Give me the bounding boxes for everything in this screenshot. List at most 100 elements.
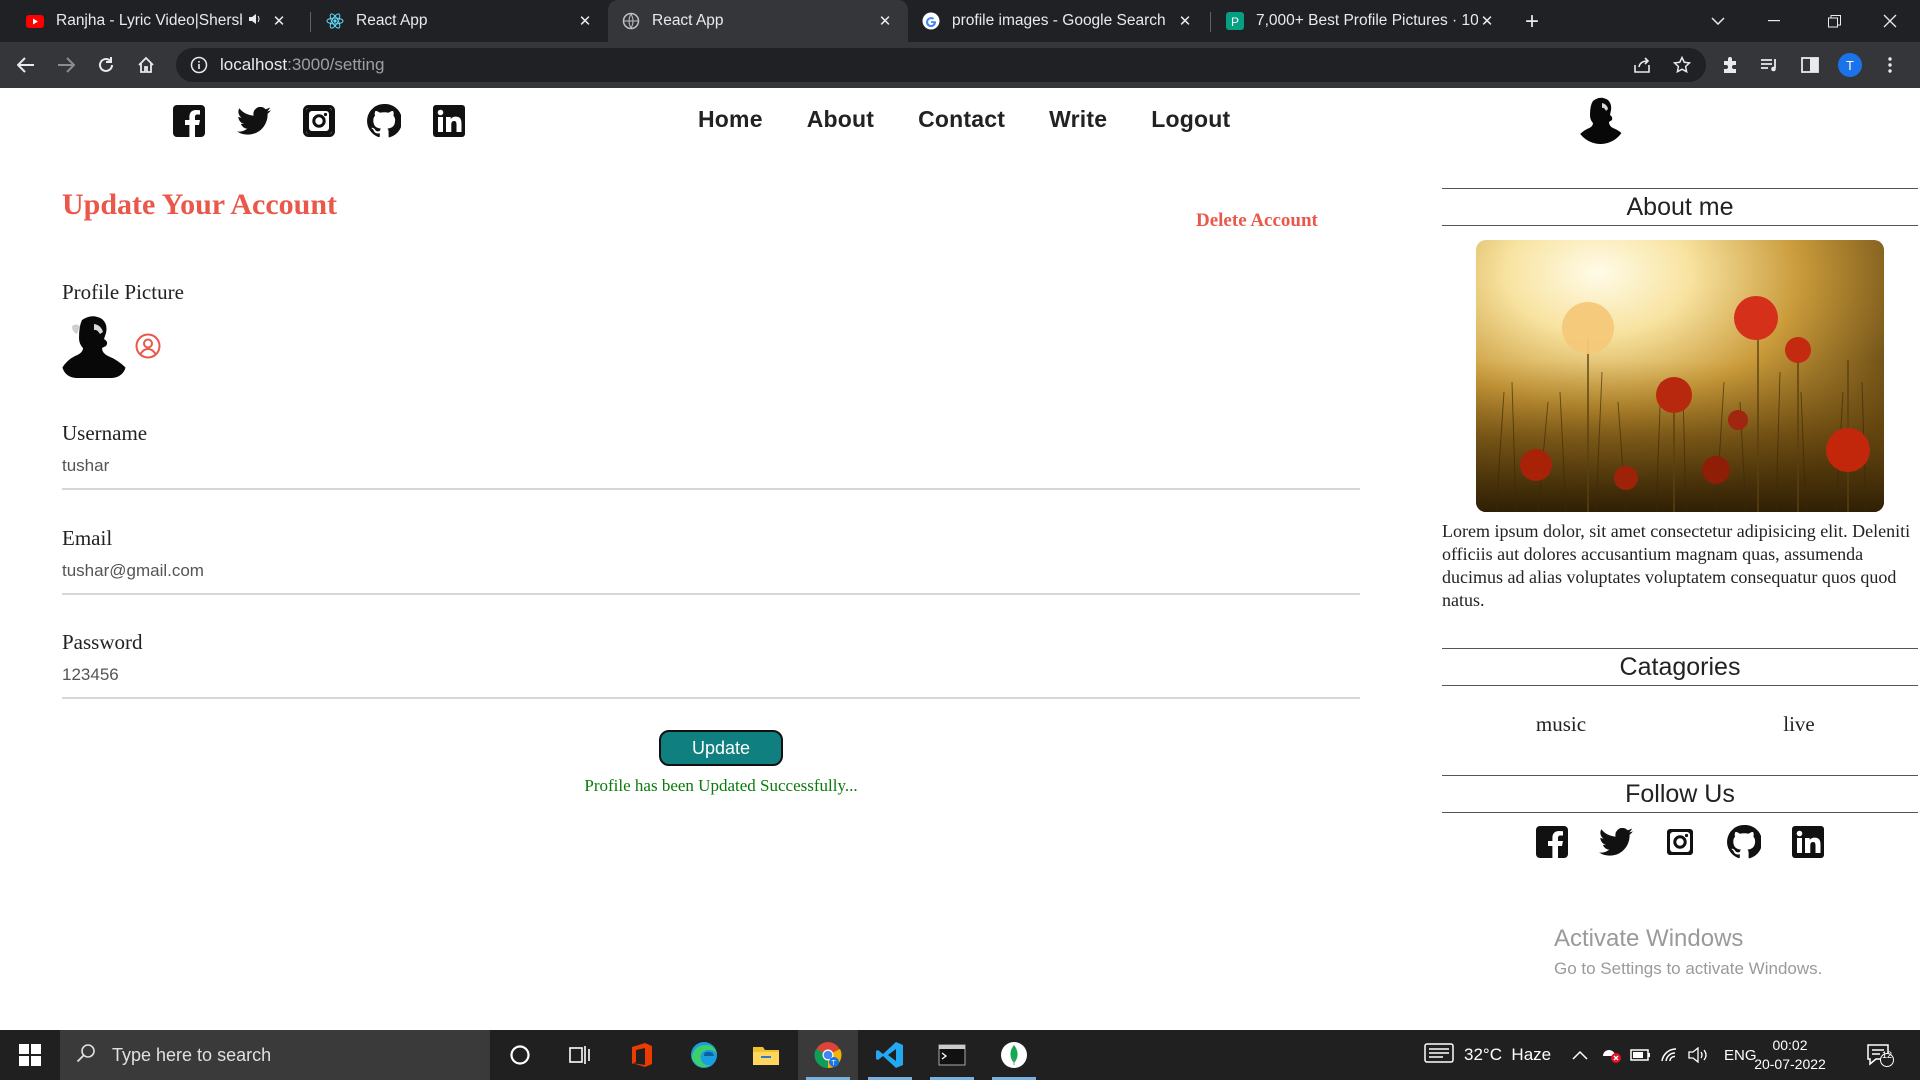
- header-social-icons: [172, 104, 466, 138]
- tab-react-app-active[interactable]: React App ✕: [608, 0, 908, 42]
- react-icon: [326, 12, 344, 30]
- svg-text:P: P: [1231, 15, 1239, 29]
- nav-logout[interactable]: Logout: [1151, 106, 1230, 133]
- tab-youtube[interactable]: Ranjha - Lyric Video|Shershaah ✕: [12, 0, 302, 42]
- weather-icon: [1424, 1042, 1454, 1068]
- notification-center-icon[interactable]: 12: [1866, 1030, 1894, 1080]
- notification-count: 12: [1881, 1050, 1892, 1060]
- about-me-image: [1476, 240, 1884, 512]
- chrome-icon[interactable]: T: [798, 1030, 858, 1080]
- category-music[interactable]: music: [1442, 712, 1680, 737]
- nav-about[interactable]: About: [807, 106, 874, 133]
- about-me-text: Lorem ipsum dolor, sit amet consectetur …: [1442, 521, 1911, 610]
- password-input[interactable]: 123456: [62, 665, 1360, 699]
- settings-panel: Update Your Account Delete Account: [62, 188, 1360, 231]
- profile-picture-label: Profile Picture: [62, 280, 184, 304]
- home-button[interactable]: [130, 49, 162, 81]
- minimize-button[interactable]: [1746, 0, 1802, 42]
- username-input[interactable]: tushar: [62, 456, 1360, 490]
- facebook-icon[interactable]: [1535, 825, 1569, 859]
- task-view-icon[interactable]: [550, 1030, 610, 1080]
- restore-button[interactable]: [1806, 0, 1862, 42]
- github-icon[interactable]: [367, 104, 401, 138]
- back-button[interactable]: [10, 49, 42, 81]
- tab-search-chevron-icon[interactable]: [1690, 0, 1746, 42]
- user-circle-upload-icon[interactable]: [134, 332, 162, 360]
- facebook-icon[interactable]: [172, 104, 206, 138]
- close-icon[interactable]: ✕: [1478, 12, 1496, 30]
- clock-time: 00:02: [1772, 1037, 1808, 1053]
- instagram-icon[interactable]: [302, 104, 336, 138]
- google-icon: [922, 12, 940, 30]
- new-tab-button[interactable]: +: [1518, 8, 1546, 36]
- email-label: Email: [62, 526, 113, 550]
- windows-start-icon[interactable]: [0, 1030, 60, 1080]
- taskbar-search-box[interactable]: Type here to search: [60, 1030, 490, 1080]
- twitter-icon[interactable]: [1599, 825, 1633, 859]
- bookmark-star-icon[interactable]: [1666, 49, 1698, 81]
- wifi-icon[interactable]: [1660, 1030, 1680, 1080]
- tab-pexels[interactable]: P 7,000+ Best Profile Pictures · 100% Fr…: [1212, 0, 1510, 42]
- terminal-icon[interactable]: [922, 1030, 982, 1080]
- media-control-icon[interactable]: [1754, 49, 1786, 81]
- battery-icon[interactable]: [1630, 1030, 1652, 1080]
- speaker-icon[interactable]: [248, 12, 262, 30]
- vscode-icon[interactable]: [860, 1030, 920, 1080]
- linkedin-icon[interactable]: [432, 104, 466, 138]
- twitter-icon[interactable]: [237, 104, 271, 138]
- close-icon[interactable]: ✕: [270, 12, 288, 30]
- tab-google-search[interactable]: profile images - Google Search ✕: [908, 0, 1208, 42]
- weather-widget[interactable]: 32°C Haze: [1424, 1030, 1551, 1080]
- github-icon[interactable]: [1727, 825, 1761, 859]
- share-icon[interactable]: [1626, 49, 1658, 81]
- extensions-icon[interactable]: [1714, 49, 1746, 81]
- file-explorer-icon[interactable]: [736, 1030, 796, 1080]
- nav-write[interactable]: Write: [1049, 106, 1107, 133]
- profile-picture-row: [62, 314, 162, 378]
- browser-toolbar: localhost:3000/setting T: [0, 42, 1920, 88]
- update-button[interactable]: Update: [659, 730, 783, 766]
- instagram-icon[interactable]: [1663, 825, 1697, 859]
- email-field: Email tushar@gmail.com: [62, 526, 1360, 595]
- categories-title: Catagories: [1442, 648, 1918, 686]
- tab-react-app-1[interactable]: React App ✕: [312, 0, 608, 42]
- nav-home[interactable]: Home: [698, 106, 763, 133]
- user-avatar[interactable]: [1575, 93, 1626, 144]
- forward-button[interactable]: [50, 49, 82, 81]
- close-icon[interactable]: ✕: [1176, 12, 1194, 30]
- windows-taskbar: Type here to search T 32°C Haze ENG 00:0…: [0, 1030, 1920, 1080]
- office-icon[interactable]: [612, 1030, 672, 1080]
- cortana-icon[interactable]: [490, 1030, 550, 1080]
- activate-windows-watermark: Activate Windows Go to Settings to activ…: [1554, 925, 1823, 978]
- chevron-up-icon[interactable]: [1572, 1030, 1588, 1080]
- profile-avatar[interactable]: T: [1834, 49, 1866, 81]
- tab-separator: [310, 12, 311, 32]
- close-icon[interactable]: ✕: [576, 12, 594, 30]
- url-host: localhost: [220, 55, 288, 74]
- info-icon[interactable]: [190, 56, 208, 74]
- globe-icon: [622, 12, 640, 30]
- close-icon[interactable]: ✕: [876, 12, 894, 30]
- tab-separator: [1210, 12, 1211, 32]
- email-input[interactable]: tushar@gmail.com: [62, 561, 1360, 595]
- close-window-button[interactable]: [1862, 0, 1918, 42]
- clock[interactable]: 00:02 20-07-2022: [1740, 1036, 1840, 1074]
- username-label: Username: [62, 421, 148, 445]
- side-panel-icon[interactable]: [1794, 49, 1826, 81]
- mongodb-compass-icon[interactable]: [984, 1030, 1044, 1080]
- network-error-icon[interactable]: [1600, 1030, 1622, 1080]
- menu-kebab-icon[interactable]: [1874, 49, 1906, 81]
- about-me-title: About me: [1442, 188, 1918, 226]
- delete-account-link[interactable]: Delete Account: [1196, 210, 1318, 232]
- edge-icon[interactable]: [674, 1030, 734, 1080]
- address-bar[interactable]: localhost:3000/setting: [176, 48, 1706, 82]
- follow-us-title: Follow Us: [1442, 775, 1918, 813]
- nav-contact[interactable]: Contact: [918, 106, 1005, 133]
- tab-strip: Ranjha - Lyric Video|Shershaah ✕ React A…: [0, 0, 1920, 42]
- category-live[interactable]: live: [1680, 712, 1918, 737]
- linkedin-icon[interactable]: [1791, 825, 1825, 859]
- success-message: Profile has been Updated Successfully...: [584, 776, 858, 795]
- category-list: music live: [1442, 712, 1918, 737]
- reload-button[interactable]: [90, 49, 122, 81]
- volume-icon[interactable]: [1688, 1030, 1708, 1080]
